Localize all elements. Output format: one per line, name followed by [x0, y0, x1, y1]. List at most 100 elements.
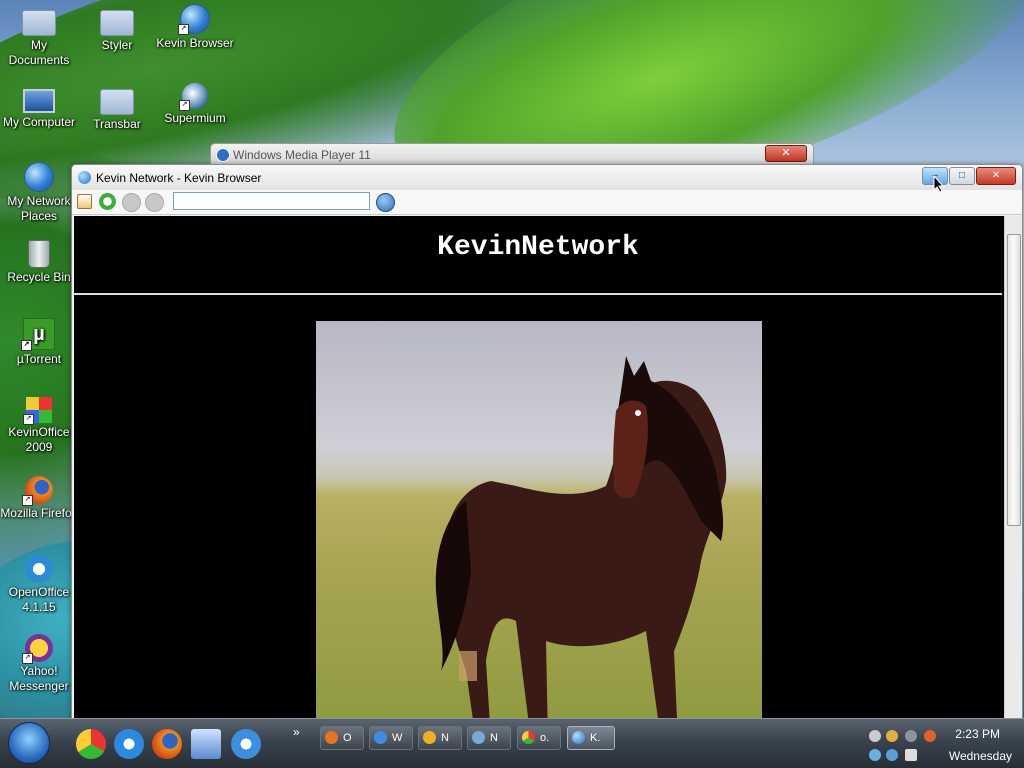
media-player-icon[interactable] [231, 729, 261, 759]
desktop-icon-kevin-browser[interactable]: ↗ Kevin Browser [156, 4, 234, 51]
shortcut-arrow-icon: ↗ [22, 653, 33, 664]
desktop-icon-styler[interactable]: Styler [78, 4, 156, 53]
desktop-icon-label: Mozilla Firefox [0, 506, 78, 520]
chrome-icon[interactable] [76, 729, 106, 759]
tray-icon[interactable] [886, 730, 898, 742]
desktop-icon-label: Styler [101, 38, 133, 52]
phone-icon[interactable] [869, 749, 881, 761]
desktop-icon-label: KevinOffice 2009 [8, 425, 70, 454]
taskbar-button-label: O [343, 732, 352, 744]
desktop-icon-supermium[interactable]: ↗ Supermium [156, 83, 234, 126]
globe-icon [572, 731, 585, 744]
refresh-icon[interactable] [99, 193, 116, 210]
title-bar[interactable]: Kevin Network - Kevin Browser – □ ✕ [72, 165, 1022, 190]
taskbar-button[interactable]: O [320, 726, 364, 750]
shortcut-arrow-icon: ↗ [179, 100, 190, 111]
window-title: Windows Media Player 11 [233, 148, 371, 162]
taskbar-button-label: N [490, 732, 498, 744]
desktop-icon-label: My Documents [8, 38, 70, 67]
taskbar-button-label: N [441, 732, 449, 744]
browser-toolbar [72, 190, 1022, 215]
browser-window: Kevin Network - Kevin Browser – □ ✕ Kevi… [71, 164, 1023, 726]
firefox-icon: ↗ [22, 476, 53, 506]
overflow-chevron[interactable]: » [293, 725, 300, 739]
scrollbar-thumb[interactable] [1007, 234, 1021, 526]
firefox-icon [325, 731, 338, 744]
computer-icon [23, 89, 55, 113]
shortcut-arrow-icon: ↗ [23, 414, 34, 425]
tray-icon[interactable] [869, 730, 881, 742]
shortcut-arrow-icon: ↗ [178, 24, 189, 35]
close-button[interactable]: ✕ [976, 167, 1016, 185]
office-icon: ↗ [23, 397, 52, 425]
recycle-bin-icon [28, 240, 50, 268]
go-icon[interactable] [376, 193, 395, 212]
supermium-icon: ↗ [179, 83, 208, 111]
desktop-icon-transbar[interactable]: Transbar [78, 83, 156, 132]
taskbar-button-label: K. [590, 732, 601, 744]
desktop-icon-yahoo-messenger[interactable]: ↗ Yahoo! Messenger [0, 634, 78, 694]
maximize-button[interactable]: □ [949, 167, 975, 185]
supermium-icon [472, 731, 485, 744]
display-tray-icon[interactable] [905, 749, 917, 761]
ie-icon[interactable] [114, 729, 144, 759]
web-page: KevinNetwork [74, 216, 1004, 725]
desktop-icon-my-documents[interactable]: My Documents [0, 4, 78, 68]
desktop-icon-recycle-bin[interactable]: Recycle Bin [0, 240, 78, 285]
home-icon[interactable] [77, 194, 92, 209]
yahoo-messenger-icon: ↗ [22, 634, 53, 664]
divider [74, 293, 1002, 295]
network-icon [24, 162, 54, 192]
shortcut-arrow-icon: ↗ [21, 340, 32, 351]
openoffice-icon [25, 555, 53, 583]
clock-day: Wednesday [948, 749, 1012, 763]
address-bar[interactable] [173, 192, 370, 210]
desktop-icon-label: My Computer [2, 115, 76, 129]
desktop-icon-utorrent[interactable]: µ ↗ µTorrent [0, 318, 78, 367]
folder-icon [100, 10, 134, 36]
taskbar-button[interactable]: N [467, 726, 511, 750]
desktop-icon-openoffice[interactable]: OpenOffice 4.1.15 [0, 555, 78, 615]
desktop-icon-kevinoffice[interactable]: ↗ KevinOffice 2009 [0, 397, 78, 455]
desktop-icon-label: Yahoo! Messenger [9, 664, 69, 693]
desktop-icon-my-computer[interactable]: My Computer [0, 83, 78, 130]
tray-icon[interactable] [905, 730, 917, 742]
globe-icon: ↗ [178, 4, 210, 35]
chrome-icon [522, 731, 535, 744]
explorer-icon[interactable] [191, 729, 221, 759]
taskbar-button[interactable]: N [418, 726, 462, 750]
shortcut-arrow-icon: ↗ [22, 495, 33, 506]
globe-icon [78, 171, 91, 184]
desktop-icon-label: My Network Places [7, 194, 71, 223]
folder-icon [100, 89, 134, 115]
desktop-icon-label: Recycle Bin [7, 270, 71, 284]
taskbar-button-label: o. [540, 732, 550, 744]
desktop: My Documents Styler ↗ Kevin Browser My C… [0, 0, 1024, 768]
media-player-icon [216, 148, 230, 162]
start-button[interactable] [8, 722, 50, 764]
forward-icon[interactable] [145, 193, 164, 212]
vertical-scrollbar[interactable] [1004, 216, 1022, 725]
media-player-icon [374, 731, 387, 744]
clock-time[interactable]: 2:23 PM [955, 727, 1000, 741]
desktop-icon-label: OpenOffice 4.1.15 [8, 585, 70, 614]
window-title: Kevin Network - Kevin Browser [96, 171, 262, 185]
taskbar-button[interactable]: o. [517, 726, 561, 750]
firefox-icon[interactable] [152, 729, 182, 759]
folder-icon [22, 10, 56, 36]
horse-illustration [435, 356, 727, 725]
tray-icon[interactable] [924, 730, 936, 742]
desktop-icon-label: Supermium [164, 111, 226, 125]
desktop-icon-label: µTorrent [16, 352, 62, 366]
desktop-icon-label: Kevin Browser [156, 36, 234, 50]
winamp-icon [423, 731, 436, 744]
page-title: KevinNetwork [437, 232, 639, 263]
network-tray-icon[interactable] [886, 749, 898, 761]
taskbar-button[interactable]: W [369, 726, 413, 750]
close-button[interactable]: ✕ [765, 145, 807, 162]
taskbar-button-label: W [392, 732, 403, 744]
desktop-icon-mozilla-firefox[interactable]: ↗ Mozilla Firefox [0, 476, 78, 521]
desktop-icon-my-network-places[interactable]: My Network Places [0, 162, 78, 224]
back-icon[interactable] [122, 193, 141, 212]
taskbar-button-active[interactable]: K. [567, 726, 615, 750]
